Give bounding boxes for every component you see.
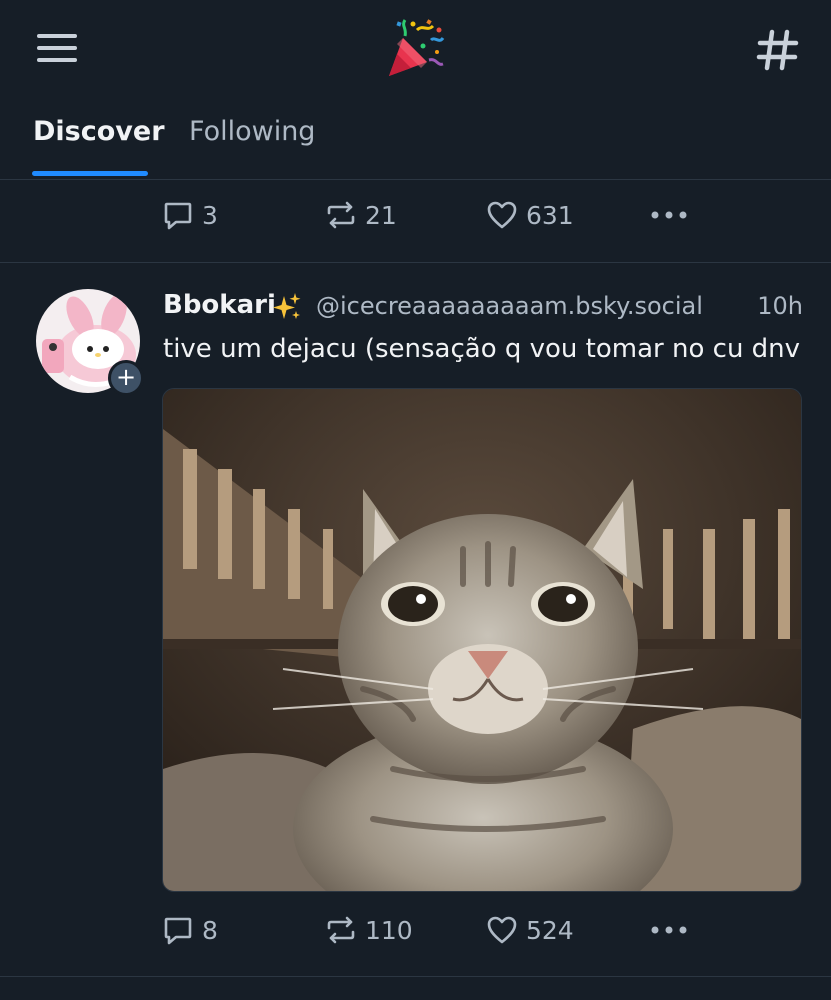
like-button[interactable]: 524: [486, 900, 574, 960]
sparkles-icon: [273, 293, 301, 319]
repost-button[interactable]: 21: [325, 185, 397, 245]
post-actions: 8 110 524: [0, 900, 831, 960]
like-button[interactable]: 631: [486, 185, 574, 245]
active-tab-indicator: [32, 171, 148, 176]
post-divider: [0, 262, 831, 263]
more-options-icon[interactable]: [649, 203, 689, 227]
app-header: [0, 0, 831, 100]
author-handle[interactable]: @icecreaaaaaaaaam.bsky.social: [316, 292, 703, 320]
repost-count: 21: [365, 200, 397, 230]
follow-button[interactable]: +: [108, 360, 144, 396]
reply-icon: [164, 917, 192, 945]
repost-icon: [327, 201, 355, 229]
like-count: 631: [526, 200, 574, 230]
party-popper-icon[interactable]: [383, 16, 447, 80]
more-options-icon[interactable]: [649, 918, 689, 942]
reply-button[interactable]: 3: [162, 185, 218, 245]
repost-count: 110: [365, 915, 413, 945]
repost-button[interactable]: 110: [325, 900, 413, 960]
feed-tabs: Discover Following: [0, 100, 831, 180]
post-divider: [0, 976, 831, 977]
heart-icon: [487, 916, 517, 944]
author-avatar[interactable]: +: [36, 289, 144, 396]
repost-icon: [327, 916, 355, 944]
reply-count: 8: [202, 915, 218, 945]
tab-discover[interactable]: Discover: [33, 116, 165, 147]
reply-icon: [164, 202, 192, 230]
heart-icon: [487, 201, 517, 229]
post-text: tive um dejacu (sensação q vou tomar no …: [163, 334, 801, 364]
author-name[interactable]: Bbokari: [163, 290, 276, 320]
like-count: 524: [526, 915, 574, 945]
cat-image: [163, 389, 801, 891]
post-image[interactable]: [162, 388, 802, 892]
post-header: Bbokari @icecreaaaaaaaaam.bsky.social 10…: [163, 290, 803, 326]
post-time[interactable]: 10h: [757, 292, 803, 320]
hashtag-icon[interactable]: [754, 26, 802, 74]
tab-following[interactable]: Following: [189, 116, 315, 147]
menu-icon[interactable]: [35, 30, 79, 66]
previous-post-actions: 3 21 631: [0, 185, 831, 245]
reply-count: 3: [202, 200, 218, 230]
reply-button[interactable]: 8: [162, 900, 218, 960]
